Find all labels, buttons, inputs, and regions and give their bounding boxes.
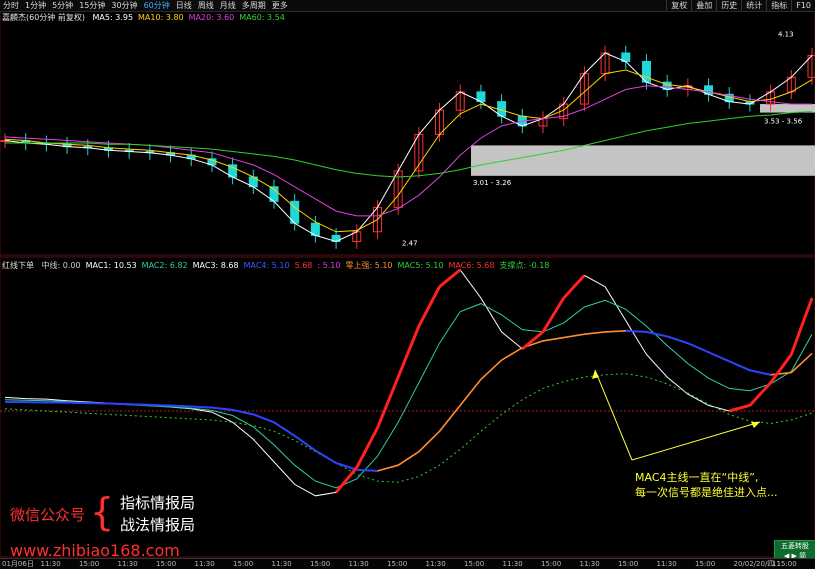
period-tab-3[interactable]: 15分钟	[76, 0, 108, 11]
period-tab-8[interactable]: 月线	[217, 0, 239, 11]
toolbar-button-2[interactable]: 历史	[716, 0, 741, 11]
indicator-value-5: 5.68	[295, 261, 313, 270]
price-label: 3.01 - 3.26	[473, 179, 512, 187]
indicator-value-0: 中线: 0.00	[42, 261, 81, 270]
toolbar-button-5[interactable]: F10	[791, 0, 815, 11]
period-tab-9[interactable]: 多周期	[239, 0, 269, 11]
main-panel-title: 嘉麟杰(60分钟 前复权)	[2, 13, 85, 22]
indicator-value-8: MAC5: 5.10	[398, 261, 444, 270]
toolbar-button-3[interactable]: 统计	[741, 0, 766, 11]
signal-annotation: MAC4主线一直在“中线”, 每一次信号都是绝佳进入点...	[635, 470, 778, 500]
indicator-value-3: MAC3: 8.68	[193, 261, 239, 270]
period-tab-10[interactable]: 更多	[269, 0, 291, 11]
toolbar-button-1[interactable]: 叠加	[691, 0, 716, 11]
mac4-down-segment	[357, 470, 378, 471]
time-axis: 01月06日11:3015:0011:3015:0011:3015:0011:3…	[0, 558, 815, 569]
badge-title: 五菱转股	[775, 541, 815, 551]
indicator-value-10: 支撑点: -0.18	[499, 261, 549, 270]
mac4-down-segment	[150, 405, 171, 406]
price-label: 3.53 - 3.56	[764, 118, 803, 126]
period-tab-1[interactable]: 1分钟	[22, 0, 49, 11]
watermark-name-1: 指标情报局	[120, 492, 195, 513]
ma-legend: 嘉麟杰(60分钟 前复权) MA5: 3.95 MA10: 3.80 MA20: 3…	[2, 12, 295, 23]
mac4-down-segment	[191, 406, 212, 407]
support-zone	[471, 145, 815, 175]
ma-value-3: MA60: 3.54	[239, 13, 285, 22]
period-tab-0[interactable]: 分时	[0, 0, 22, 11]
period-tab-6[interactable]: 日线	[173, 0, 195, 11]
period-tab-2[interactable]: 5分钟	[49, 0, 76, 11]
watermark-brace: {	[90, 492, 114, 532]
indicator-value-6: : 5.10	[317, 261, 340, 270]
watermark-wechat: 微信公众号	[10, 504, 85, 525]
mac4-down-segment	[626, 331, 647, 332]
mac4-down-segment	[171, 406, 192, 407]
toolbar-button-4[interactable]: 指标	[766, 0, 791, 11]
indicator-legend: 红线下单 中线: 0.00 MAC1: 10.53 MAC2: 6.82 MAC3: …	[2, 260, 559, 271]
watermark-name-2: 战法情报局	[120, 514, 195, 535]
indicator-value-2: MAC2: 6.82	[142, 261, 188, 270]
price-label: 2.47	[402, 239, 418, 247]
ma-value-1: MA10: 3.80	[138, 13, 184, 22]
period-tab-4[interactable]: 30分钟	[108, 0, 140, 11]
price-panel	[0, 11, 815, 255]
annotation-line-1: MAC4主线一直在“中线”,	[635, 470, 778, 485]
ma-value-2: MA20: 3.60	[189, 13, 235, 22]
indicator-value-1: MAC1: 10.53	[86, 261, 137, 270]
indicator-value-4: MAC4: 5.10	[244, 261, 290, 270]
indicator-value-9: MAC6: 5.68	[448, 261, 494, 270]
mac4-down-segment	[129, 404, 150, 405]
annotation-line-2: 每一次信号都是绝佳进入点...	[635, 485, 778, 500]
toolbar-button-0[interactable]: 复权	[666, 0, 691, 11]
mac4-down-segment	[108, 404, 129, 405]
indicator-value-7: 零上强: 5.10	[345, 261, 392, 270]
price-label: 4.13	[778, 31, 794, 39]
period-toolbar: 分时1分钟5分钟15分钟30分钟60分钟日线周线月线多周期更多 复权叠加历史统计…	[0, 0, 815, 12]
ma-value-0: MA5: 3.95	[93, 13, 134, 22]
period-tab-5[interactable]: 60分钟	[141, 0, 173, 11]
period-tab-7[interactable]: 周线	[195, 0, 217, 11]
indicator-title: 红线下单	[2, 261, 34, 270]
